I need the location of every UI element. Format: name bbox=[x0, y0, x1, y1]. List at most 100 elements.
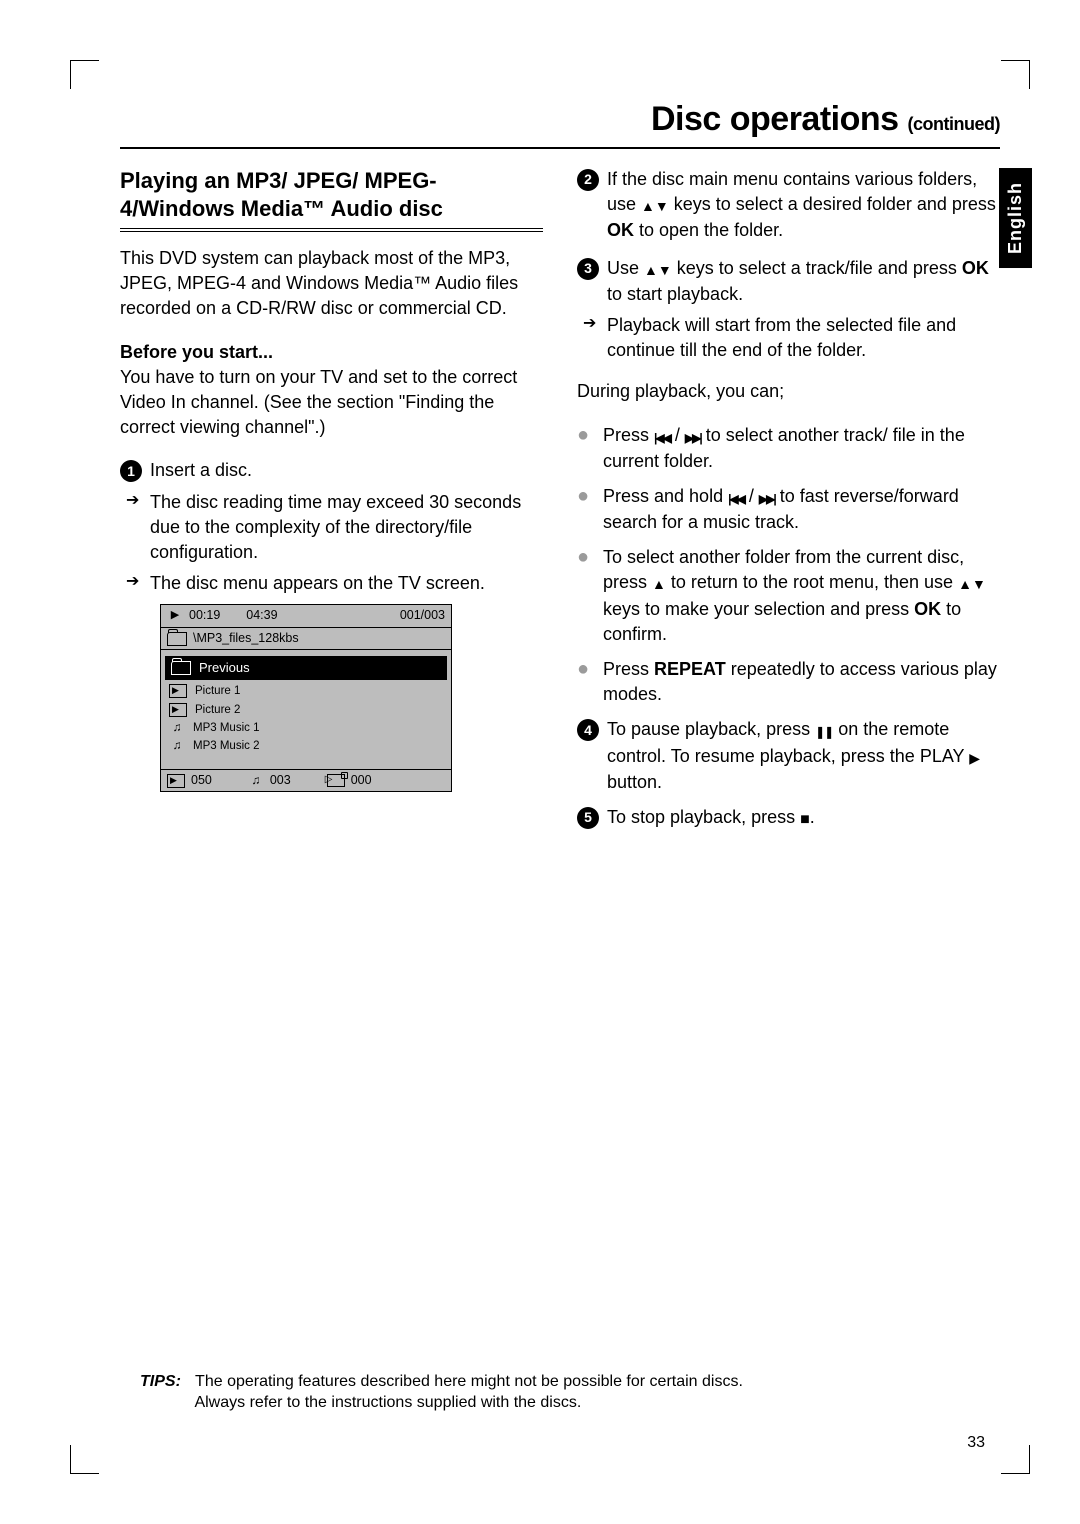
stop-icon bbox=[800, 806, 810, 831]
step-1-result-2: The disc menu appears on the TV screen. bbox=[120, 571, 543, 596]
ok-key: OK bbox=[962, 258, 989, 278]
text-fragment: keys to select a track/file and press bbox=[672, 258, 962, 278]
step-number-icon: 2 bbox=[577, 169, 599, 191]
tips-line-1: The operating features described here mi… bbox=[195, 1373, 743, 1390]
tips-label: TIPS: bbox=[140, 1373, 181, 1390]
step-1-result-1: The disc reading time may exceed 30 seco… bbox=[120, 490, 543, 566]
step-2: 2 If the disc main menu contains various… bbox=[577, 167, 1000, 244]
step-number-icon: 4 bbox=[577, 719, 599, 741]
osd-list-item: Picture 1 bbox=[167, 682, 445, 700]
osd-path: \MP3_files_128kbs bbox=[193, 630, 299, 648]
bullet-icon: ● bbox=[577, 659, 597, 707]
next-track-icon bbox=[685, 424, 701, 449]
step-5-body: To stop playback, press . bbox=[607, 805, 1000, 831]
step-4-body: To pause playback, press on the remote c… bbox=[607, 717, 1000, 795]
bullet-item: ● Press / to select another track/ file … bbox=[577, 423, 1000, 474]
osd-footer-row: 050 003 000 bbox=[161, 770, 451, 792]
rewind-icon bbox=[728, 485, 744, 510]
osd-track-index: 001/003 bbox=[400, 607, 445, 625]
pause-icon bbox=[815, 718, 833, 743]
step-3-result: Playback will start from the selected fi… bbox=[577, 313, 1000, 363]
before-text: You have to turn on your TV and set to t… bbox=[120, 367, 517, 437]
repeat-key: REPEAT bbox=[654, 659, 726, 679]
osd-item-label: MP3 Music 1 bbox=[193, 720, 259, 736]
prev-track-icon bbox=[654, 424, 670, 449]
osd-previous-label: Previous bbox=[199, 659, 250, 677]
page-title: Disc operations (continued) bbox=[120, 100, 1000, 149]
bullet-item: ● Press and hold / to fast reverse/forwa… bbox=[577, 484, 1000, 535]
step-1: 1 Insert a disc. bbox=[120, 458, 543, 483]
text-fragment: to return to the root menu, then use bbox=[666, 572, 958, 592]
manual-page: English Disc operations (continued) Play… bbox=[0, 0, 1080, 1524]
step-number-icon: 3 bbox=[577, 258, 599, 280]
bullet-icon: ● bbox=[577, 486, 597, 535]
bullet-item: ● Press REPEAT repeatedly to access vari… bbox=[577, 657, 1000, 707]
text-fragment: Use bbox=[607, 258, 644, 278]
fast-forward-icon bbox=[759, 485, 775, 510]
video-icon bbox=[327, 774, 345, 787]
step-3-body: Use keys to select a track/file and pres… bbox=[607, 256, 1000, 307]
page-number: 33 bbox=[967, 1434, 985, 1452]
text-fragment: . bbox=[810, 807, 815, 827]
picture-icon bbox=[167, 774, 185, 788]
bullet-body: Press REPEAT repeatedly to access variou… bbox=[603, 657, 1000, 707]
osd-list-item: MP3 Music 1 bbox=[167, 719, 445, 737]
osd-video-count: 000 bbox=[351, 772, 372, 790]
text-fragment: Press bbox=[603, 659, 654, 679]
before-you-start: Before you start... You have to turn on … bbox=[120, 340, 543, 441]
music-icon bbox=[169, 722, 185, 734]
step-2-body: If the disc main menu contains various f… bbox=[607, 167, 1000, 244]
osd-path-row: \MP3_files_128kbs bbox=[161, 628, 451, 651]
text-fragment: keys to select a desired folder and pres… bbox=[669, 194, 996, 214]
osd-list-item: Picture 2 bbox=[167, 701, 445, 719]
crop-mark bbox=[70, 1445, 99, 1474]
right-column: 2 If the disc main menu contains various… bbox=[577, 167, 1000, 837]
down-arrow-icon bbox=[658, 257, 672, 282]
text-fragment: to start playback. bbox=[607, 284, 743, 304]
up-arrow-icon bbox=[958, 571, 972, 596]
step-3: 3 Use keys to select a track/file and pr… bbox=[577, 256, 1000, 307]
bullet-item: ● To select another folder from the curr… bbox=[577, 545, 1000, 647]
folder-up-icon bbox=[171, 661, 191, 675]
intro-paragraph: This DVD system can playback most of the… bbox=[120, 246, 543, 322]
picture-icon bbox=[169, 703, 187, 717]
text-fragment: to open the folder. bbox=[634, 220, 783, 240]
text-fragment: Press bbox=[603, 425, 654, 445]
step-4: 4 To pause playback, press on the remote… bbox=[577, 717, 1000, 795]
up-arrow-icon bbox=[652, 571, 666, 596]
down-arrow-icon bbox=[655, 193, 669, 218]
text-fragment: To stop playback, press bbox=[607, 807, 800, 827]
osd-time-elapsed: 00:19 bbox=[189, 607, 220, 625]
section-heading: Playing an MP3/ JPEG/ MPEG-4/Windows Med… bbox=[120, 167, 543, 232]
ok-key: OK bbox=[607, 220, 634, 240]
crop-mark bbox=[70, 60, 99, 89]
play-icon bbox=[969, 745, 980, 770]
ok-key: OK bbox=[914, 599, 941, 619]
language-tab: English bbox=[999, 168, 1032, 268]
osd-time-total: 04:39 bbox=[246, 607, 277, 625]
osd-previous-item: Previous bbox=[165, 656, 447, 680]
bullet-icon: ● bbox=[577, 547, 597, 647]
osd-music-count: 003 bbox=[270, 772, 291, 790]
step-5: 5 To stop playback, press . bbox=[577, 805, 1000, 831]
text-fragment: button. bbox=[607, 772, 662, 792]
text-fragment: To pause playback, press bbox=[607, 719, 815, 739]
text-fragment: keys to make your selection and press bbox=[603, 599, 914, 619]
bullet-body: Press / to select another track/ file in… bbox=[603, 423, 1000, 474]
osd-item-label: Picture 1 bbox=[195, 683, 240, 699]
folder-icon bbox=[167, 632, 187, 646]
up-arrow-icon bbox=[644, 257, 658, 282]
down-arrow-icon bbox=[972, 571, 986, 596]
during-playback-intro: During playback, you can; bbox=[577, 379, 1000, 404]
step-1-text: Insert a disc. bbox=[150, 458, 543, 483]
music-icon bbox=[169, 740, 185, 752]
osd-pic-count: 050 bbox=[191, 772, 212, 790]
content-columns: Playing an MP3/ JPEG/ MPEG-4/Windows Med… bbox=[120, 167, 1000, 837]
text-fragment: Press and hold bbox=[603, 486, 728, 506]
page-title-suffix: (continued) bbox=[908, 114, 1000, 134]
osd-item-label: Picture 2 bbox=[195, 702, 240, 718]
before-label: Before you start... bbox=[120, 342, 273, 362]
crop-mark bbox=[1001, 60, 1030, 89]
play-icon bbox=[167, 610, 183, 622]
left-column: Playing an MP3/ JPEG/ MPEG-4/Windows Med… bbox=[120, 167, 543, 837]
